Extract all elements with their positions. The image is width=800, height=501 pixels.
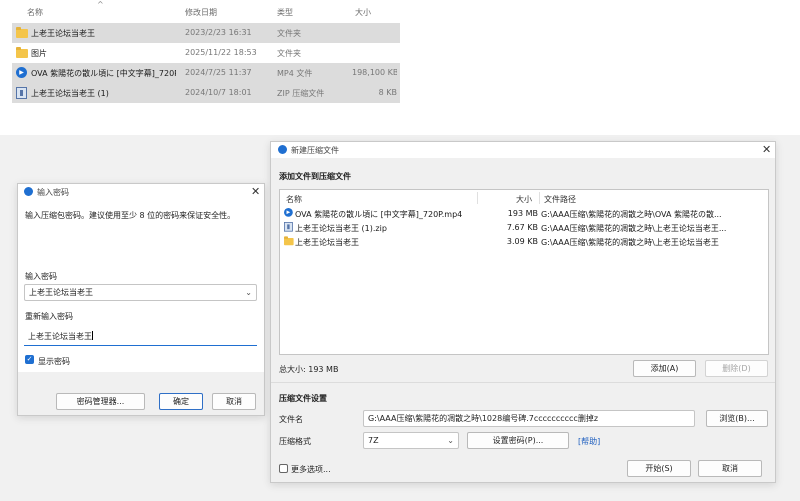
close-icon[interactable]: ✕ [762,143,771,156]
file-row[interactable]: ▶ OVA 紫陽花の散ル頃に [中文字幕]_720P 2024/7/25 11:… [12,63,400,83]
list-header-name[interactable]: 名称 [286,194,302,205]
section-divider [271,382,775,383]
start-button[interactable]: 开始(S) [627,460,691,477]
add-files-section-title: 添加文件到压缩文件 [279,172,351,181]
reenter-password-field[interactable]: 上老王论坛当老王 [24,329,257,346]
password-manager-button[interactable]: 密码管理器... [56,393,145,410]
reenter-password-value: 上老王论坛当老王 [28,332,92,341]
app-icon [278,145,287,154]
filename-label: 文件名 [279,415,303,424]
cancel-button[interactable]: 取消 [212,393,256,410]
close-icon[interactable]: ✕ [251,185,260,198]
list-item[interactable]: 上老王论坛当老王 (1).zip 7.67 KB G:\AAA压缩\紫陽花的凋散… [281,221,768,234]
remove-button[interactable]: 删除(D) [705,360,768,377]
show-password-label[interactable]: 显示密码 [38,356,70,367]
file-size: 198,100 KB [352,68,397,77]
password-dialog: 输入密码 ✕ 输入压缩包密码。建议使用至少 8 位的密码来保证安全性。 输入密码… [17,183,265,416]
media-icon: ▶ [16,67,27,78]
more-options-checkbox[interactable] [279,464,288,473]
format-label: 压缩格式 [279,437,311,446]
file-row[interactable]: 图片 2025/11/22 18:53 文件夹 [12,43,400,63]
archive-dialog-title-bar[interactable]: 新建压缩文件 ✕ [271,142,775,158]
ok-button[interactable]: 确定 [159,393,203,410]
chevron-down-icon[interactable]: ⌄ [245,285,252,300]
list-header-size[interactable]: 大小 [516,194,532,205]
format-value: 7Z [368,436,379,445]
list-item-size: 3.09 KB [506,237,538,246]
list-item-path: G:\AAA压缩\紫陽花的凋散之時\上老王论坛当老王... [541,224,727,233]
filename-value: G:\AAA压缩\紫陽花的凋散之時\1028编号碑.7cccccccccc删掉z [368,414,599,423]
column-divider[interactable] [539,192,540,204]
list-item-path: G:\AAA压缩\紫陽花的凋散之時\上老王论坛当老王 [541,238,719,247]
show-password-checkbox[interactable]: ✓ [25,355,34,364]
total-size-label: 总大小: 193 MB [279,365,339,374]
password-dialog-title-bar[interactable]: 输入密码 ✕ [18,184,264,200]
file-name: 上老王论坛当老王 (1) [31,89,109,98]
file-row[interactable]: 上老王论坛当老王 (1) 2024/10/7 18:01 ZIP 压缩文件 8 … [12,83,400,103]
file-modified: 2024/7/25 11:37 [185,68,252,77]
zip-icon [284,222,293,232]
file-row[interactable]: 上老王论坛当老王 2023/2/23 16:31 文件夹 [12,23,400,43]
folder-icon [16,27,28,38]
file-type: ZIP 压缩文件 [277,89,325,98]
zip-icon [16,87,27,99]
sort-ascending-icon[interactable]: ^ [97,0,104,9]
password-dialog-title: 输入密码 [37,188,69,197]
chevron-down-icon[interactable]: ⌄ [447,433,454,448]
column-header-name[interactable]: 名称 [27,7,43,18]
folder-icon [284,236,294,246]
more-options-label[interactable]: 更多选项... [291,464,331,475]
set-password-button[interactable]: 设置密码(P)... [467,432,569,449]
column-divider[interactable] [477,192,478,204]
browse-button[interactable]: 浏览(B)... [706,410,768,427]
enter-password-value: 上老王论坛当老王 [29,288,93,297]
file-name: 图片 [31,49,47,58]
file-type: MP4 文件 [277,69,313,78]
archive-settings-section-title: 压缩文件设置 [279,394,327,403]
media-icon: ▶ [284,208,293,217]
filename-input[interactable]: G:\AAA压缩\紫陽花的凋散之時\1028编号碑.7cccccccccc删掉z [363,410,695,427]
archive-dialog-title: 新建压缩文件 [291,146,339,155]
file-modified: 2024/10/7 18:01 [185,88,252,97]
reenter-password-label: 重新输入密码 [25,312,73,321]
list-item-size: 193 MB [507,209,538,218]
enter-password-label: 输入密码 [25,272,57,281]
file-modified: 2023/2/23 16:31 [185,28,252,37]
explorer-file-list: ^ 名称 修改日期 类型 大小 上老王论坛当老王 2023/2/23 16:31… [0,0,800,135]
file-name: 上老王论坛当老王 [31,29,95,38]
password-dialog-body: 输入压缩包密码。建议使用至少 8 位的密码来保证安全性。 输入密码 上老王论坛当… [18,200,264,372]
file-size: 8 KB [378,88,397,97]
cancel-button[interactable]: 取消 [698,460,762,477]
new-archive-dialog: 新建压缩文件 ✕ 添加文件到压缩文件 名称 大小 文件路径 ▶ OVA 紫陽花の… [270,141,776,483]
list-item-size: 7.67 KB [506,223,538,232]
add-button[interactable]: 添加(A) [633,360,696,377]
text-caret [92,331,93,340]
format-select[interactable]: 7Z ⌄ [363,432,459,449]
file-modified: 2025/11/22 18:53 [185,48,257,57]
column-header-size[interactable]: 大小 [355,7,371,18]
file-name: OVA 紫陽花の散ル頃に [中文字幕]_720P [31,69,176,78]
enter-password-combo[interactable]: 上老王论坛当老王 ⌄ [24,284,257,301]
list-item[interactable]: ▶ OVA 紫陽花の散ル頃に [中文字幕]_720P.mp4 193 MB G:… [281,207,768,220]
column-header-modified[interactable]: 修改日期 [185,7,217,18]
folder-icon [16,47,28,58]
list-header-path[interactable]: 文件路径 [544,194,576,205]
list-item-name: 上老王论坛当老王 (1).zip [295,224,387,233]
list-item-name: OVA 紫陽花の散ル頃に [中文字幕]_720P.mp4 [295,210,463,219]
help-link[interactable]: [帮助] [578,436,600,447]
list-item-path: G:\AAA压缩\紫陽花的凋散之時\OVA 紫陽花の散... [541,210,722,219]
list-item-name: 上老王论坛当老王 [295,238,359,247]
archive-file-list[interactable]: 名称 大小 文件路径 ▶ OVA 紫陽花の散ル頃に [中文字幕]_720P.mp… [279,189,769,355]
list-item[interactable]: 上老王论坛当老王 3.09 KB G:\AAA压缩\紫陽花的凋散之時\上老王论坛… [281,235,768,248]
password-hint: 输入压缩包密码。建议使用至少 8 位的密码来保证安全性。 [25,211,236,220]
file-type: 文件夹 [277,29,301,38]
app-icon [24,187,33,196]
column-header-type[interactable]: 类型 [277,7,293,18]
file-type: 文件夹 [277,49,301,58]
